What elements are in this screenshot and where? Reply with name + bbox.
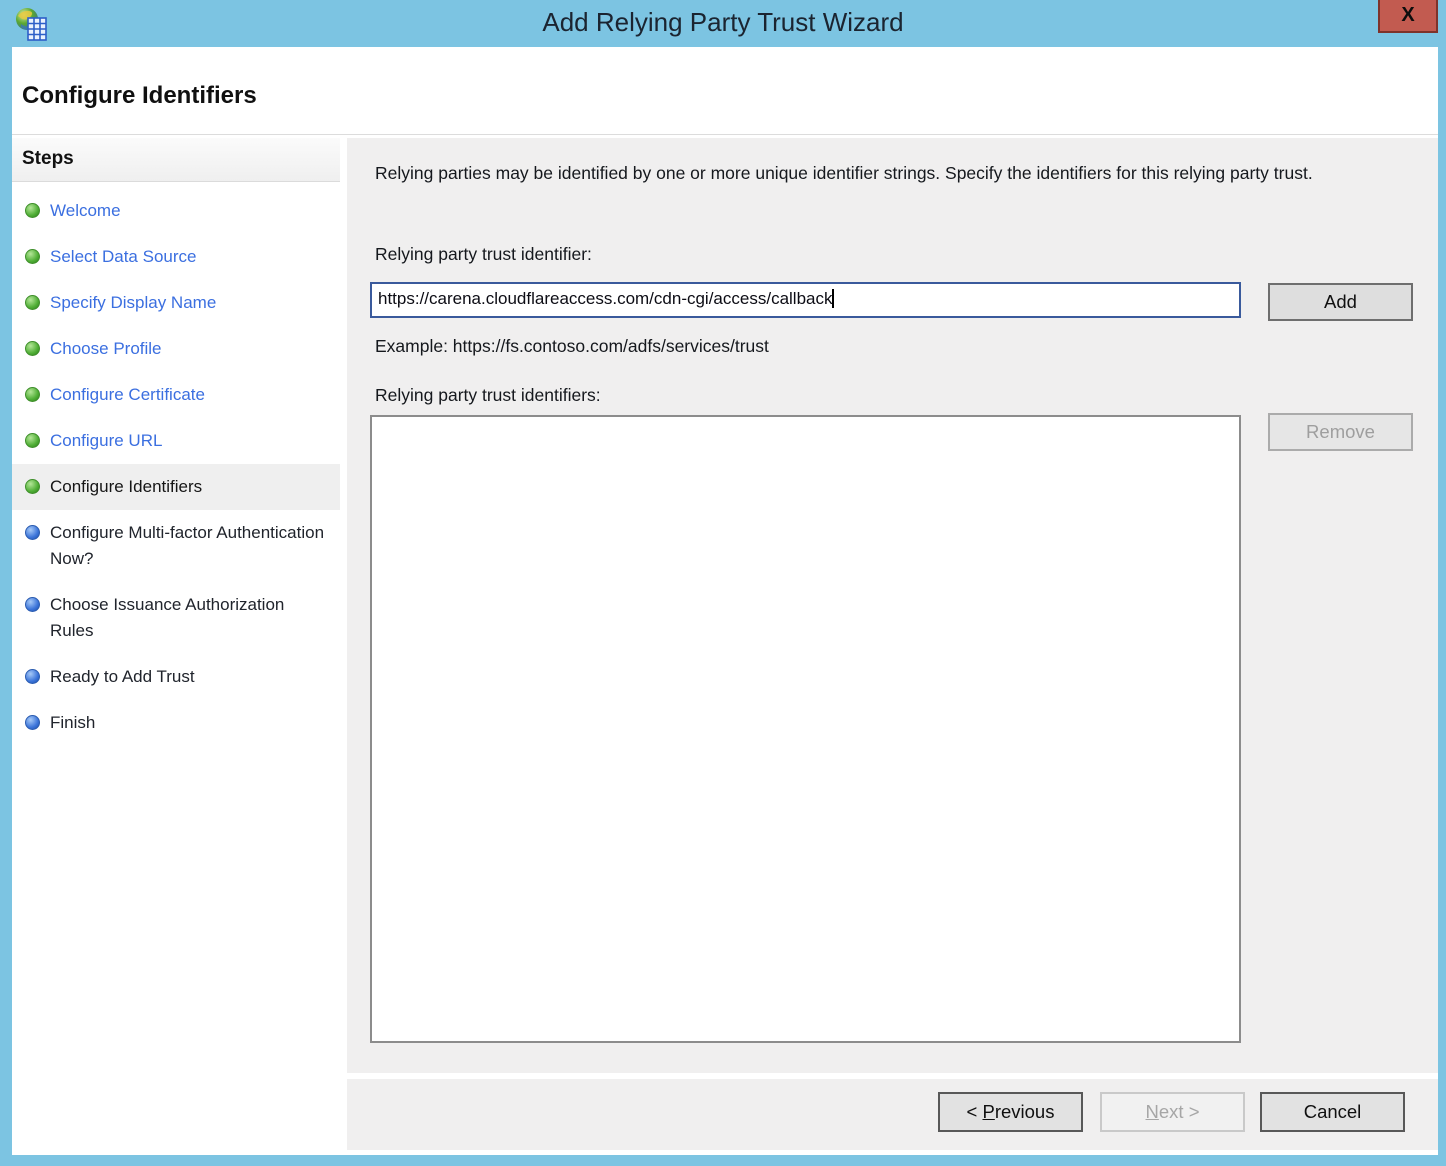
- step-specify-display-name[interactable]: Specify Display Name: [12, 280, 340, 326]
- step-select-data-source[interactable]: Select Data Source: [12, 234, 340, 280]
- step-done-bullet-icon: [25, 295, 40, 310]
- step-done-bullet-icon: [25, 249, 40, 264]
- step-label: Select Data Source: [50, 247, 196, 266]
- relying-party-trust-identifier-input[interactable]: https://carena.cloudflareaccess.com/cdn-…: [370, 282, 1241, 318]
- identifiers-list-label: Relying party trust identifiers:: [375, 385, 601, 406]
- step-upcoming-bullet-icon: [25, 669, 40, 684]
- add-button[interactable]: Add: [1268, 283, 1413, 321]
- step-configure-mfa[interactable]: Configure Multi-factor Authentication No…: [12, 510, 340, 582]
- page-header: Configure Identifiers: [12, 47, 1438, 135]
- step-configure-certificate[interactable]: Configure Certificate: [12, 372, 340, 418]
- step-done-bullet-icon: [25, 479, 40, 494]
- step-label: Specify Display Name: [50, 293, 216, 312]
- step-done-bullet-icon: [25, 433, 40, 448]
- window-body: Configure Identifiers Steps Welcome Sele…: [12, 47, 1438, 1155]
- footer-bar: < Previous Next > Cancel: [347, 1079, 1438, 1150]
- step-done-bullet-icon: [25, 387, 40, 402]
- step-label: Welcome: [50, 201, 121, 220]
- cancel-button[interactable]: Cancel: [1260, 1092, 1405, 1132]
- steps-heading: Steps: [12, 138, 340, 182]
- example-text: Example: https://fs.contoso.com/adfs/ser…: [375, 336, 769, 357]
- step-label: Choose Profile: [50, 339, 162, 358]
- previous-button[interactable]: < Previous: [938, 1092, 1083, 1132]
- content-panel: Relying parties may be identified by one…: [347, 138, 1438, 1073]
- next-button-label: Next >: [1146, 1101, 1200, 1123]
- step-label: Configure Certificate: [50, 385, 205, 404]
- step-label: Configure Identifiers: [50, 477, 202, 496]
- remove-button[interactable]: Remove: [1268, 413, 1413, 451]
- identifiers-listbox[interactable]: [370, 415, 1241, 1043]
- step-ready-to-add-trust[interactable]: Ready to Add Trust: [12, 654, 340, 700]
- steps-sidebar: Steps Welcome Select Data Source Specify…: [12, 138, 340, 1150]
- previous-button-label: < Previous: [967, 1101, 1055, 1123]
- remove-button-label: Remove: [1306, 421, 1375, 443]
- step-choose-profile[interactable]: Choose Profile: [12, 326, 340, 372]
- text-caret: [832, 289, 834, 308]
- title-bar: Add Relying Party Trust Wizard X: [0, 0, 1446, 47]
- step-label: Configure Multi-factor Authentication No…: [50, 523, 324, 568]
- step-label: Ready to Add Trust: [50, 667, 195, 686]
- step-done-bullet-icon: [25, 203, 40, 218]
- step-welcome[interactable]: Welcome: [12, 188, 340, 234]
- step-label: Choose Issuance Authorization Rules: [50, 595, 284, 640]
- cancel-button-label: Cancel: [1304, 1101, 1362, 1123]
- add-button-label: Add: [1324, 291, 1357, 313]
- close-icon: X: [1401, 4, 1414, 27]
- step-done-bullet-icon: [25, 341, 40, 356]
- wizard-window: Add Relying Party Trust Wizard X Configu…: [0, 0, 1446, 1166]
- step-label: Finish: [50, 713, 95, 732]
- step-configure-url[interactable]: Configure URL: [12, 418, 340, 464]
- steps-list: Welcome Select Data Source Specify Displ…: [12, 182, 340, 746]
- step-choose-issuance-rules[interactable]: Choose Issuance Authorization Rules: [12, 582, 340, 654]
- step-upcoming-bullet-icon: [25, 715, 40, 730]
- window-title: Add Relying Party Trust Wizard: [0, 7, 1446, 38]
- step-configure-identifiers[interactable]: Configure Identifiers: [12, 464, 340, 510]
- close-button[interactable]: X: [1378, 0, 1438, 33]
- step-upcoming-bullet-icon: [25, 597, 40, 612]
- intro-text: Relying parties may be identified by one…: [375, 160, 1399, 187]
- page-title: Configure Identifiers: [22, 82, 257, 110]
- next-button[interactable]: Next >: [1100, 1092, 1245, 1132]
- step-finish[interactable]: Finish: [12, 700, 340, 746]
- step-label: Configure URL: [50, 431, 162, 450]
- identifier-input-value: https://carena.cloudflareaccess.com/cdn-…: [378, 289, 832, 308]
- identifier-field-label: Relying party trust identifier:: [375, 244, 592, 265]
- step-upcoming-bullet-icon: [25, 525, 40, 540]
